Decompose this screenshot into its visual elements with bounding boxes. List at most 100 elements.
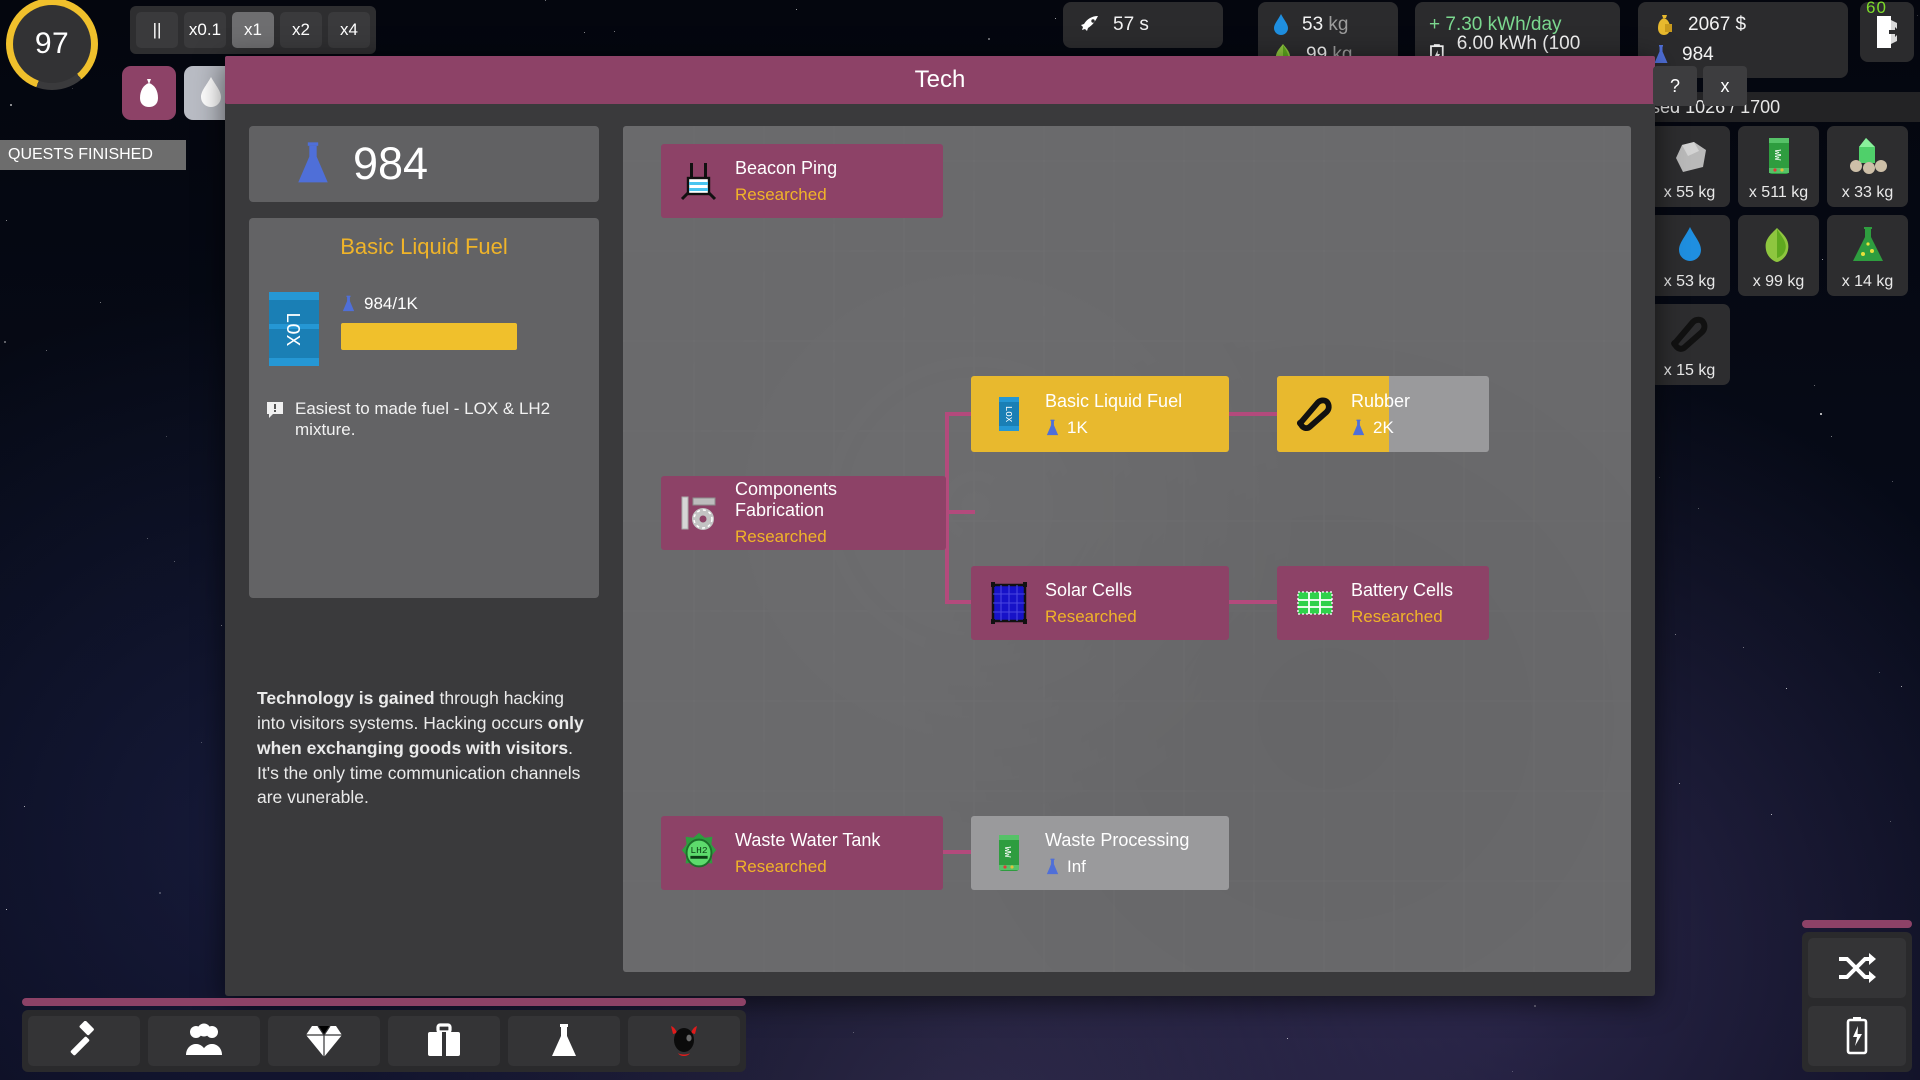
inventory-quantity: x 511 kg bbox=[1749, 184, 1808, 202]
fps-counter: 60 bbox=[1866, 0, 1887, 18]
link-solar-to-battery bbox=[1227, 600, 1279, 604]
rubber-icon bbox=[1649, 311, 1730, 357]
rubber-icon bbox=[1293, 396, 1337, 432]
shuffle-button[interactable] bbox=[1808, 938, 1906, 998]
crew-button[interactable] bbox=[148, 1016, 260, 1066]
tech-node-status: Researched bbox=[735, 185, 837, 205]
tech-info-text: Technology is gained through hacking int… bbox=[257, 686, 587, 810]
tech-node-waste-water-tank[interactable]: LH2 Waste Water TankResearched bbox=[661, 816, 943, 890]
tech-node-label: Waste Water TankResearched bbox=[735, 830, 880, 877]
tech-node-cost-value: 1K bbox=[1067, 418, 1088, 438]
quests-finished-label: QUESTS FINISHED bbox=[0, 140, 186, 170]
diamond-icon bbox=[304, 1022, 344, 1060]
science-total-value: 984 bbox=[353, 138, 428, 190]
tech-node-label: Rubber 2K bbox=[1351, 391, 1410, 438]
speed-button-speed-4[interactable]: x4 bbox=[328, 12, 370, 48]
inventory-cell[interactable]: x 99 kg bbox=[1738, 215, 1819, 296]
inventory-cell[interactable]: x 33 kg bbox=[1827, 126, 1908, 207]
inventory-cell[interactable]: x 15 kg bbox=[1649, 304, 1730, 385]
selected-tech-description-row: Easiest to made fuel - LOX & LH2 mixture… bbox=[265, 398, 583, 441]
fabricator-icon bbox=[677, 491, 721, 535]
tech-node-battery-cells[interactable]: Battery CellsResearched bbox=[1277, 566, 1489, 640]
inventory-cell[interactable]: x 55 kg bbox=[1649, 126, 1730, 207]
quick-resource-chips bbox=[122, 66, 238, 120]
lox-tank-icon: LOX bbox=[987, 393, 1031, 435]
solar-panel-icon bbox=[987, 580, 1031, 626]
tech-node-waste-processing[interactable]: WW Waste ProcessingInf bbox=[971, 816, 1229, 890]
build-button[interactable] bbox=[28, 1016, 140, 1066]
science-total-card: 984 bbox=[249, 126, 599, 202]
speed-controls: ||x0.1x1x2x4 bbox=[130, 6, 376, 54]
tech-node-beacon-ping[interactable]: Beacon PingResearched bbox=[661, 144, 943, 218]
money-bag-icon bbox=[134, 77, 164, 109]
inventory-quantity: x 14 kg bbox=[1842, 273, 1894, 291]
tech-node-basic-liquid-fuel[interactable]: LOX Basic Liquid Fuel1K bbox=[971, 376, 1229, 452]
threats-button[interactable] bbox=[628, 1016, 740, 1066]
main-toolbar bbox=[22, 1010, 746, 1072]
gavel-icon bbox=[64, 1021, 104, 1061]
tech-node-rubber[interactable]: Rubber 2K bbox=[1277, 376, 1489, 452]
tech-node-status: Researched bbox=[1351, 607, 1453, 627]
speed-button-pause[interactable]: || bbox=[136, 12, 178, 48]
mission-timer-value: 57 s bbox=[1113, 14, 1149, 36]
tech-node-components-fabrication[interactable]: Components FabricationResearched bbox=[661, 476, 946, 550]
waste-barrel-icon: WW bbox=[987, 832, 1031, 874]
rock-icon bbox=[1649, 133, 1730, 179]
svg-text:LH2: LH2 bbox=[690, 845, 707, 856]
selected-tech-progress-text: 984/1K bbox=[364, 294, 418, 314]
tech-node-label: Basic Liquid Fuel1K bbox=[1045, 391, 1182, 438]
flask-icon bbox=[293, 138, 333, 190]
resources-button[interactable] bbox=[268, 1016, 380, 1066]
speed-button-speed-2[interactable]: x2 bbox=[280, 12, 322, 48]
tech-dialog-body: 984 Basic Liquid Fuel LOX bbox=[225, 104, 1655, 996]
flask-icon bbox=[341, 294, 356, 314]
water-value: 53 bbox=[1302, 14, 1323, 35]
inventory-quantity: x 33 kg bbox=[1842, 184, 1894, 202]
selected-tech-progress-bar bbox=[341, 323, 521, 350]
shuffle-icon bbox=[1837, 952, 1877, 984]
water-drop-icon bbox=[1272, 13, 1290, 37]
tech-node-label: Waste ProcessingInf bbox=[1045, 830, 1189, 877]
svg-text:LOX: LOX bbox=[1003, 406, 1013, 423]
mission-timer-box: 57 s bbox=[1063, 2, 1223, 48]
tech-info-segment: Technology is gained bbox=[257, 688, 435, 708]
rocket-icon bbox=[1077, 13, 1101, 37]
speed-button-speed-0-1[interactable]: x0.1 bbox=[184, 12, 226, 48]
tech-node-name: Rubber bbox=[1351, 391, 1410, 412]
fertilizer-icon bbox=[1827, 222, 1908, 268]
money-chip[interactable] bbox=[122, 66, 176, 120]
money-bag-icon bbox=[1652, 13, 1676, 37]
close-button[interactable]: x bbox=[1703, 66, 1747, 106]
tech-button[interactable] bbox=[508, 1016, 620, 1066]
trade-button[interactable] bbox=[388, 1016, 500, 1066]
tech-dialog: Tech ? x 984 Basic Liquid Fuel bbox=[225, 56, 1655, 996]
inventory-cell[interactable]: WWx 511 kg bbox=[1738, 126, 1819, 207]
green-crystal-icon bbox=[1827, 133, 1908, 179]
lh2-tank-icon: LH2 bbox=[677, 830, 721, 876]
tech-node-status: Researched bbox=[1045, 607, 1137, 627]
tech-dialog-title: Tech bbox=[915, 66, 966, 94]
speed-button-speed-1[interactable]: x1 bbox=[232, 12, 274, 48]
quest-progress-value: 97 bbox=[35, 27, 69, 61]
tech-node-cost: Inf bbox=[1045, 857, 1189, 877]
flask-icon bbox=[1045, 857, 1060, 877]
battery-bolt-icon bbox=[1844, 1016, 1870, 1056]
inventory-cell[interactable]: x 14 kg bbox=[1827, 215, 1908, 296]
battery-cells-icon bbox=[1293, 584, 1337, 622]
tech-node-cost-value: 2K bbox=[1373, 418, 1394, 438]
svg-text:LOX: LOX bbox=[281, 312, 303, 347]
inventory-cell[interactable]: x 53 kg bbox=[1649, 215, 1730, 296]
power-button[interactable] bbox=[1808, 1006, 1906, 1066]
tech-node-solar-cells[interactable]: Solar Cells Researched bbox=[971, 566, 1229, 640]
devil-icon bbox=[665, 1022, 703, 1060]
flask-icon bbox=[548, 1022, 580, 1060]
water-unit: kg bbox=[1328, 14, 1348, 35]
people-icon bbox=[184, 1023, 224, 1059]
flask-icon bbox=[1045, 418, 1060, 438]
water-drop-icon bbox=[1649, 222, 1730, 268]
science-value: 984 bbox=[1682, 44, 1714, 66]
help-button[interactable]: ? bbox=[1653, 66, 1697, 106]
tech-node-name: Solar Cells bbox=[1045, 580, 1137, 601]
tech-node-cost-value: Inf bbox=[1067, 857, 1086, 877]
link-comp-h bbox=[945, 510, 975, 514]
